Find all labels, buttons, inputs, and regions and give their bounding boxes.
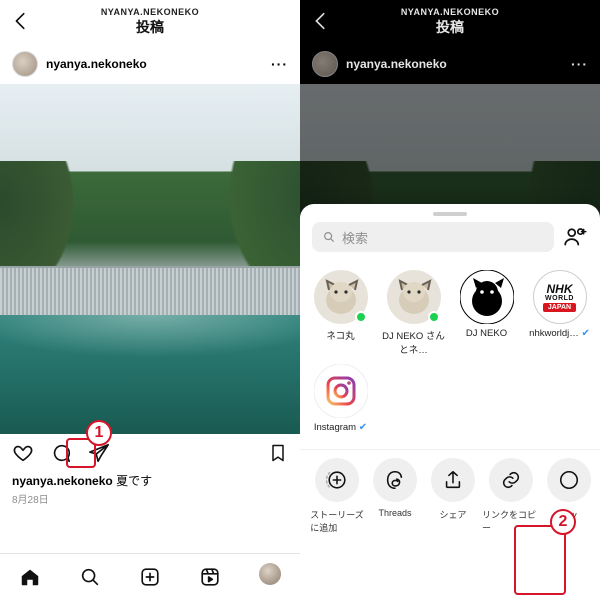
search-icon <box>79 566 101 588</box>
header: NYANYA.NEKONEKO 投稿 <box>300 0 600 44</box>
link-icon <box>489 458 533 502</box>
author-avatar[interactable] <box>312 51 338 77</box>
like-button[interactable] <box>12 442 34 464</box>
home-icon <box>19 566 41 588</box>
contact-item[interactable]: Instagram ✔ <box>304 360 377 437</box>
reels-icon <box>199 566 221 588</box>
profile-avatar-icon <box>259 563 281 585</box>
add-people-button[interactable] <box>562 224 588 250</box>
post-caption: nyanya.nekoneko 夏です <box>0 472 300 489</box>
threads-icon <box>373 458 417 502</box>
share-item-label: Threads <box>378 508 411 518</box>
header: NYANYA.NEKONEKO 投稿 <box>0 0 300 44</box>
search-placeholder: 検索 <box>342 228 368 247</box>
share-item-story[interactable]: ストーリーズ に追加 <box>308 458 366 534</box>
home-tab[interactable] <box>19 566 41 588</box>
header-subtitle: NYANYA.NEKONEKO <box>101 7 199 17</box>
phone-left: NYANYA.NEKONEKO 投稿 nyanya.nekoneko ··· 1… <box>0 0 300 599</box>
author-username[interactable]: nyanya.nekoneko <box>346 57 447 71</box>
header-title: 投稿 <box>401 17 499 37</box>
contact-label: ネコ丸 <box>326 328 354 342</box>
share-item-label: ストーリーズ に追加 <box>310 508 364 534</box>
post-image[interactable] <box>0 84 300 434</box>
bookmark-icon <box>268 442 288 464</box>
contact-label: DJ NEKO さんとネ… <box>379 328 448 356</box>
share-item-link[interactable]: リンクをコピー <box>482 458 540 534</box>
contact-item[interactable]: ネコ丸 <box>304 266 377 360</box>
contact-avatar <box>314 364 368 418</box>
contact-item[interactable]: DJ NEKO <box>450 266 523 360</box>
contact-avatar <box>387 270 441 324</box>
author-row[interactable]: nyanya.nekoneko ··· <box>300 44 600 84</box>
plus-square-icon <box>139 566 161 588</box>
share-sheet: 検索 ネコ丸 DJ NEKO さんとネ… DJ NEKO NHKWORLDJAPAN n… <box>300 204 600 599</box>
share-item-label: シェア <box>439 508 466 521</box>
share-icon <box>431 458 475 502</box>
bookmark-button[interactable] <box>268 442 288 464</box>
action-row: 1 <box>0 434 300 472</box>
heart-icon <box>12 442 34 464</box>
contact-label: nhkworldj… ✔ <box>529 328 590 339</box>
back-button[interactable] <box>10 10 32 32</box>
chevron-left-icon <box>310 10 332 32</box>
header-title: 投稿 <box>101 17 199 37</box>
sheet-handle[interactable] <box>433 212 467 216</box>
tab-bar <box>0 553 300 599</box>
more-button[interactable]: ··· <box>271 56 288 72</box>
message-icon <box>547 458 591 502</box>
header-subtitle: NYANYA.NEKONEKO <box>401 7 499 17</box>
search-tab[interactable] <box>79 566 101 588</box>
caption-text: 夏です <box>116 474 152 488</box>
back-button[interactable] <box>310 10 332 32</box>
callout-box-2 <box>514 525 566 595</box>
create-tab[interactable] <box>139 566 161 588</box>
contact-label: Instagram ✔ <box>314 422 367 433</box>
contact-item[interactable]: DJ NEKO さんとネ… <box>377 266 450 360</box>
post-date: 8月28日 <box>0 489 300 506</box>
phone-right: NYANYA.NEKONEKO 投稿 nyanya.nekoneko ··· 検… <box>300 0 600 599</box>
callout-badge-2: 2 <box>550 509 576 535</box>
more-button[interactable]: ··· <box>571 56 588 72</box>
contact-avatar <box>314 270 368 324</box>
search-icon <box>322 230 336 244</box>
share-item-share[interactable]: シェア <box>424 458 482 534</box>
profile-tab[interactable] <box>259 563 281 590</box>
contact-avatar <box>460 270 514 324</box>
contact-label: DJ NEKO <box>466 328 507 339</box>
share-item-threads[interactable]: Threads <box>366 458 424 534</box>
contacts-grid: ネコ丸 DJ NEKO さんとネ… DJ NEKO NHKWORLDJAPAN nhkw… <box>300 262 600 445</box>
search-input[interactable]: 検索 <box>312 222 554 252</box>
contact-item[interactable]: NHKWORLDJAPAN nhkworldj… ✔ <box>523 266 596 360</box>
add-people-icon <box>562 224 588 250</box>
contact-avatar: NHKWORLDJAPAN <box>533 270 587 324</box>
author-username[interactable]: nyanya.nekoneko <box>46 57 147 71</box>
author-row[interactable]: nyanya.nekoneko ··· <box>0 44 300 84</box>
caption-username[interactable]: nyanya.nekoneko <box>12 474 113 488</box>
chevron-left-icon <box>10 10 32 32</box>
author-avatar[interactable] <box>12 51 38 77</box>
story-icon <box>315 458 359 502</box>
reels-tab[interactable] <box>199 566 221 588</box>
callout-badge-1: 1 <box>86 420 112 446</box>
